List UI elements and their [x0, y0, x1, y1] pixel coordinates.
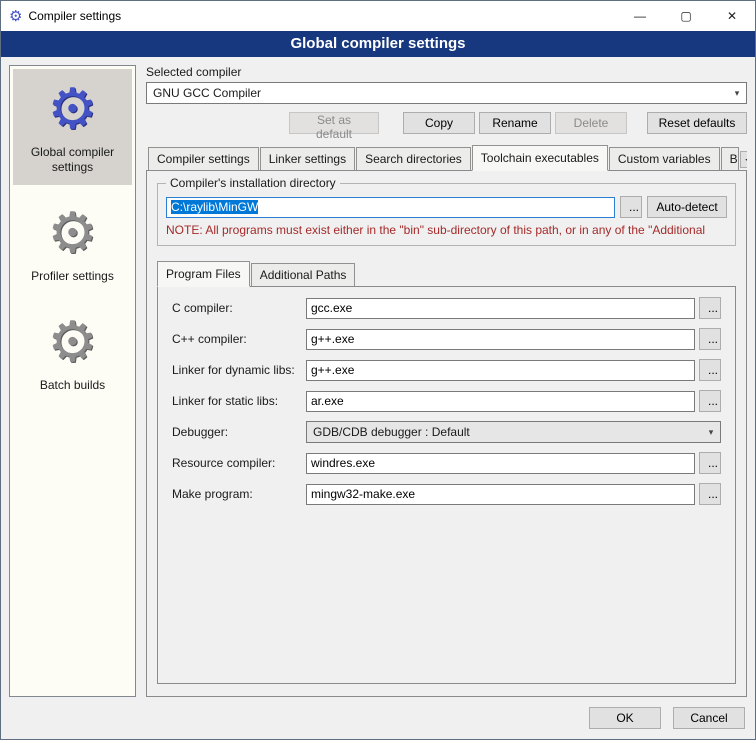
static-linker-label: Linker for static libs: — [172, 394, 306, 408]
sidebar-item-label: Profiler settings — [31, 269, 114, 284]
tab-scroll-buttons: ◄ ► — [740, 151, 747, 170]
cpp-compiler-label: C++ compiler: — [172, 332, 306, 346]
reset-defaults-button[interactable]: Reset defaults — [647, 112, 747, 134]
tab-linker-settings[interactable]: Linker settings — [260, 147, 355, 170]
dynamic-linker-label: Linker for dynamic libs: — [172, 363, 306, 377]
installation-directory-row: C:\raylib\MinGW ... Auto-detect — [166, 196, 727, 218]
sidebar-item-profiler-settings[interactable]: ⚙ Profiler settings — [13, 193, 132, 294]
installation-directory-legend: Compiler's installation directory — [166, 176, 340, 190]
c-compiler-row: C compiler: ... — [172, 297, 721, 319]
installation-directory-note: NOTE: All programs must exist either in … — [166, 223, 727, 237]
c-compiler-label: C compiler: — [172, 301, 306, 315]
compiler-actions-row: Set as default Copy Rename Delete Reset … — [146, 112, 747, 134]
c-compiler-input[interactable] — [306, 298, 695, 319]
program-files-page: C compiler: ... C++ compiler: ... Linker… — [157, 286, 736, 684]
chevron-down-icon: ▾ — [702, 427, 720, 438]
ok-button[interactable]: OK — [589, 707, 661, 729]
batch-builds-gear-icon: ⚙ — [47, 314, 97, 370]
toolchain-executables-page: Compiler's installation directory C:\ray… — [146, 170, 747, 697]
c-compiler-browse-button[interactable]: ... — [699, 297, 721, 319]
static-linker-browse-button[interactable]: ... — [699, 390, 721, 412]
selected-compiler-label: Selected compiler — [146, 65, 747, 79]
tab-custom-variables[interactable]: Custom variables — [609, 147, 720, 170]
cpp-compiler-browse-button[interactable]: ... — [699, 328, 721, 350]
chevron-down-icon: ▾ — [728, 88, 746, 99]
rename-button[interactable]: Rename — [479, 112, 551, 134]
main-panel: Selected compiler GNU GCC Compiler ▾ Set… — [146, 65, 747, 697]
static-linker-row: Linker for static libs: ... — [172, 390, 721, 412]
make-program-label: Make program: — [172, 487, 306, 501]
dynamic-linker-row: Linker for dynamic libs: ... — [172, 359, 721, 381]
set-as-default-button[interactable]: Set as default — [289, 112, 379, 134]
tab-toolchain-executables[interactable]: Toolchain executables — [472, 145, 608, 171]
copy-button[interactable]: Copy — [403, 112, 475, 134]
settings-category-list: ⚙ Global compiler settings ⚙ Profiler se… — [9, 65, 136, 697]
sidebar-item-batch-builds[interactable]: ⚙ Batch builds — [13, 302, 132, 403]
make-program-row: Make program: ... — [172, 483, 721, 505]
debugger-value: GDB/CDB debugger : Default — [313, 425, 702, 439]
dynamic-linker-browse-button[interactable]: ... — [699, 359, 721, 381]
static-linker-input[interactable] — [306, 391, 695, 412]
global-compiler-gear-icon: ⚙ — [47, 81, 97, 137]
minimize-button[interactable]: — — [617, 1, 663, 31]
auto-detect-button[interactable]: Auto-detect — [647, 196, 727, 218]
resource-compiler-row: Resource compiler: ... — [172, 452, 721, 474]
sidebar-item-global-compiler-settings[interactable]: ⚙ Global compiler settings — [13, 69, 132, 185]
page-title: Global compiler settings — [1, 31, 755, 57]
settings-tab-strip: Compiler settings Linker settings Search… — [146, 144, 747, 170]
maximize-button[interactable]: ▢ — [663, 1, 709, 31]
make-program-browse-button[interactable]: ... — [699, 483, 721, 505]
debugger-row: Debugger: GDB/CDB debugger : Default ▾ — [172, 421, 721, 443]
debugger-label: Debugger: — [172, 425, 306, 439]
installation-directory-browse-button[interactable]: ... — [620, 196, 642, 218]
resource-compiler-label: Resource compiler: — [172, 456, 306, 470]
subtab-additional-paths[interactable]: Additional Paths — [251, 263, 356, 286]
selected-compiler-value: GNU GCC Compiler — [153, 86, 728, 100]
resource-compiler-input[interactable] — [306, 453, 695, 474]
close-button[interactable]: ✕ — [709, 1, 755, 31]
tab-search-directories[interactable]: Search directories — [356, 147, 471, 170]
cpp-compiler-input[interactable] — [306, 329, 695, 350]
program-files-tab-strip: Program Files Additional Paths — [157, 260, 736, 286]
cpp-compiler-row: C++ compiler: ... — [172, 328, 721, 350]
installation-directory-value: C:\raylib\MinGW — [171, 200, 258, 214]
profiler-gear-icon: ⚙ — [47, 205, 97, 261]
delete-button[interactable]: Delete — [555, 112, 627, 134]
installation-directory-input[interactable]: C:\raylib\MinGW — [166, 197, 615, 218]
resource-compiler-browse-button[interactable]: ... — [699, 452, 721, 474]
title-bar: ⚙ Compiler settings — ▢ ✕ — [1, 1, 755, 31]
debugger-dropdown[interactable]: GDB/CDB debugger : Default ▾ — [306, 421, 721, 443]
sidebar-item-label: Batch builds — [40, 378, 105, 393]
cancel-button[interactable]: Cancel — [673, 707, 745, 729]
dialog-footer: OK Cancel — [1, 701, 755, 739]
subtab-program-files[interactable]: Program Files — [157, 261, 250, 287]
tab-scroll-left-icon[interactable]: ◄ — [740, 151, 747, 168]
tab-compiler-settings[interactable]: Compiler settings — [148, 147, 259, 170]
app-gear-icon: ⚙ — [9, 9, 22, 24]
compiler-settings-window: { "colors": { "header-bg": "#17387e", "n… — [0, 0, 756, 740]
window-title: Compiler settings — [28, 9, 121, 23]
tab-build-options[interactable]: Build options — [721, 147, 739, 170]
dynamic-linker-input[interactable] — [306, 360, 695, 381]
selected-compiler-dropdown[interactable]: GNU GCC Compiler ▾ — [146, 82, 747, 104]
installation-directory-groupbox: Compiler's installation directory C:\ray… — [157, 183, 736, 246]
window-controls: — ▢ ✕ — [617, 1, 755, 31]
make-program-input[interactable] — [306, 484, 695, 505]
sidebar-item-label: Global compiler settings — [17, 145, 128, 175]
content-area: ⚙ Global compiler settings ⚙ Profiler se… — [1, 57, 755, 701]
